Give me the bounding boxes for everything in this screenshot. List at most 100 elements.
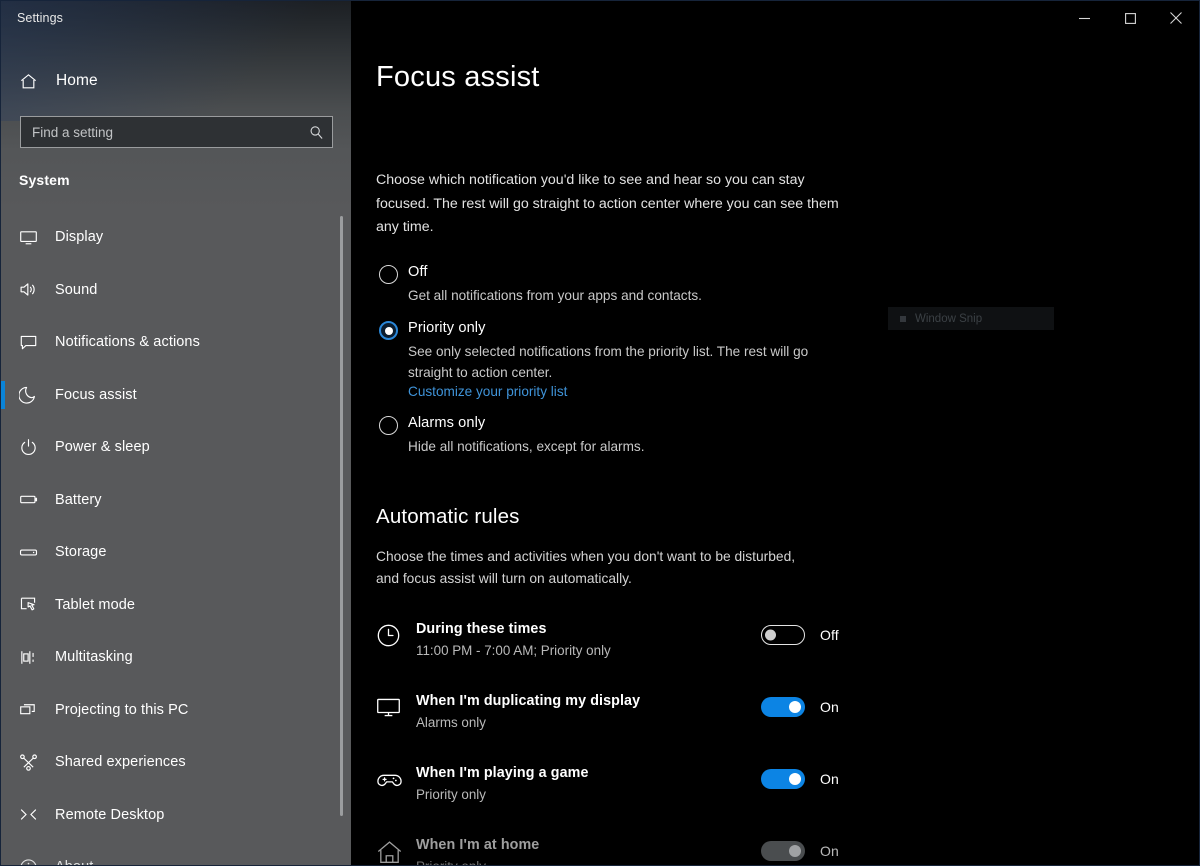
search-box[interactable] <box>20 116 333 148</box>
maximize-icon <box>1124 12 1136 24</box>
moon-icon <box>19 385 49 404</box>
monitor-icon <box>376 691 416 720</box>
rule-row-playing-a-game[interactable]: When I'm playing a game Priority only On <box>376 757 876 829</box>
sidebar-item-multitasking[interactable]: Multitasking <box>1 631 341 684</box>
rule-row-at-home[interactable]: When I'm at home Priority only On <box>376 829 876 865</box>
sidebar-item-tablet-mode[interactable]: Tablet mode <box>1 579 341 632</box>
speaker-icon <box>19 280 49 299</box>
rule-toggle-group: Off <box>761 625 839 645</box>
chat-bubble-icon <box>19 333 49 352</box>
minimize-button[interactable] <box>1061 1 1107 35</box>
radio-label: Priority only <box>408 320 486 336</box>
rule-toggle-switch[interactable] <box>761 697 805 717</box>
sidebar-item-remote-desktop[interactable]: Remote Desktop <box>1 789 341 842</box>
window-controls <box>1061 1 1199 35</box>
sidebar-item-projecting-to-this-pc[interactable]: Projecting to this PC <box>1 684 341 737</box>
info-icon <box>19 858 49 865</box>
clock-icon <box>376 619 416 648</box>
sidebar-item-label: Storage <box>55 544 107 561</box>
power-icon <box>19 438 49 457</box>
radio-mark-icon[interactable] <box>379 321 398 340</box>
home-icon <box>19 72 49 91</box>
snip-label: Window Snip <box>915 312 983 325</box>
sidebar-item-label: Tablet mode <box>55 596 136 613</box>
focus-level-radio-group: Off Get all notifications from your apps… <box>376 262 876 457</box>
sidebar: Home System <box>1 1 351 865</box>
snip-square-icon <box>900 315 906 322</box>
rule-toggle-group: On <box>761 697 839 717</box>
sidebar-item-label: Battery <box>55 491 102 508</box>
sidebar-item-sound[interactable]: Sound <box>1 264 341 317</box>
drive-icon <box>19 543 49 562</box>
sidebar-item-label: Focus assist <box>55 386 137 403</box>
radio-mark-icon[interactable] <box>379 416 398 435</box>
sidebar-item-label: About <box>55 859 93 865</box>
sidebar-item-display[interactable]: Display <box>1 211 341 264</box>
automatic-rules-list: During these times 11:00 PM - 7:00 AM; P… <box>376 613 876 865</box>
sidebar-item-label: Multitasking <box>55 649 133 666</box>
search-icon[interactable] <box>305 125 324 140</box>
customize-priority-list-link[interactable]: Customize your priority list <box>408 384 567 399</box>
minimize-icon <box>1078 13 1090 24</box>
window-snip-overlay-artifact: Window Snip <box>888 307 1054 330</box>
sidebar-item-label: Shared experiences <box>55 754 186 771</box>
gamepad-icon <box>376 763 416 794</box>
sidebar-item-label: Projecting to this PC <box>55 701 189 718</box>
project-screen-icon <box>19 700 49 719</box>
rule-toggle-label: On <box>820 843 839 859</box>
radio-mark-icon[interactable] <box>379 265 398 284</box>
multitasking-icon <box>19 648 49 667</box>
sidebar-item-label: Sound <box>55 281 98 298</box>
radio-description: Hide all notifications, except for alarm… <box>408 439 645 454</box>
sidebar-item-label: Notifications & actions <box>55 334 200 351</box>
rule-toggle-group: On <box>761 841 839 861</box>
tablet-touch-icon <box>19 595 49 614</box>
toggle-knob <box>765 629 776 641</box>
toggle-knob <box>789 773 801 785</box>
search-input[interactable] <box>32 124 305 140</box>
radio-description: Get all notifications from your apps and… <box>408 288 702 303</box>
main-content: Focus assist Choose which notification y… <box>351 1 1199 865</box>
sidebar-item-label: Power & sleep <box>55 439 150 456</box>
sidebar-item-power-sleep[interactable]: Power & sleep <box>1 421 341 474</box>
radio-option-alarms-only[interactable]: Alarms only Hide all notifications, exce… <box>376 413 876 457</box>
close-button[interactable] <box>1153 1 1199 35</box>
monitor-icon <box>19 228 49 247</box>
rule-toggle-label: Off <box>820 627 839 643</box>
rule-toggle-label: On <box>820 699 839 715</box>
automatic-rules-description: Choose the times and activities when you… <box>376 549 796 586</box>
radio-label: Off <box>408 264 428 280</box>
share-nodes-icon <box>19 753 49 772</box>
sidebar-nav-list: Display Sound Notifications & actions Fo… <box>1 211 341 865</box>
radio-option-priority-only[interactable]: Priority only See only selected notifica… <box>376 318 876 401</box>
page-intro-text: Choose which notification you'd like to … <box>376 172 839 235</box>
rule-row-during-these-times[interactable]: During these times 11:00 PM - 7:00 AM; P… <box>376 613 876 685</box>
rule-toggle-label: On <box>820 771 839 787</box>
sidebar-scrollbar[interactable] <box>340 1 343 865</box>
radio-option-off[interactable]: Off Get all notifications from your apps… <box>376 262 876 306</box>
rule-row-duplicating-display[interactable]: When I'm duplicating my display Alarms o… <box>376 685 876 757</box>
sidebar-section-label: System <box>19 172 70 188</box>
toggle-knob <box>789 845 801 857</box>
settings-window: Settings Home Find a setting System Disp… <box>0 0 1200 866</box>
rule-toggle-switch[interactable] <box>761 841 805 861</box>
close-icon <box>1170 12 1182 24</box>
sidebar-item-notifications-actions[interactable]: Notifications & actions <box>1 316 341 369</box>
automatic-rules-title: Automatic rules <box>376 505 520 528</box>
sidebar-scrollbar-thumb[interactable] <box>340 216 343 816</box>
sidebar-item-shared-experiences[interactable]: Shared experiences <box>1 736 341 789</box>
sidebar-item-about[interactable]: About <box>1 841 341 865</box>
rule-toggle-group: On <box>761 769 839 789</box>
sidebar-item-label: Display <box>55 229 104 246</box>
toggle-knob <box>789 701 801 713</box>
sidebar-item-label: Remote Desktop <box>55 806 165 823</box>
house-icon <box>376 835 416 865</box>
sidebar-item-storage[interactable]: Storage <box>1 526 341 579</box>
maximize-button[interactable] <box>1107 1 1153 35</box>
sidebar-item-home[interactable]: Home <box>1 64 341 98</box>
sidebar-home-label: Home <box>56 72 98 89</box>
sidebar-item-battery[interactable]: Battery <box>1 474 341 527</box>
sidebar-item-focus-assist[interactable]: Focus assist <box>1 369 341 422</box>
rule-toggle-switch[interactable] <box>761 625 805 645</box>
rule-toggle-switch[interactable] <box>761 769 805 789</box>
